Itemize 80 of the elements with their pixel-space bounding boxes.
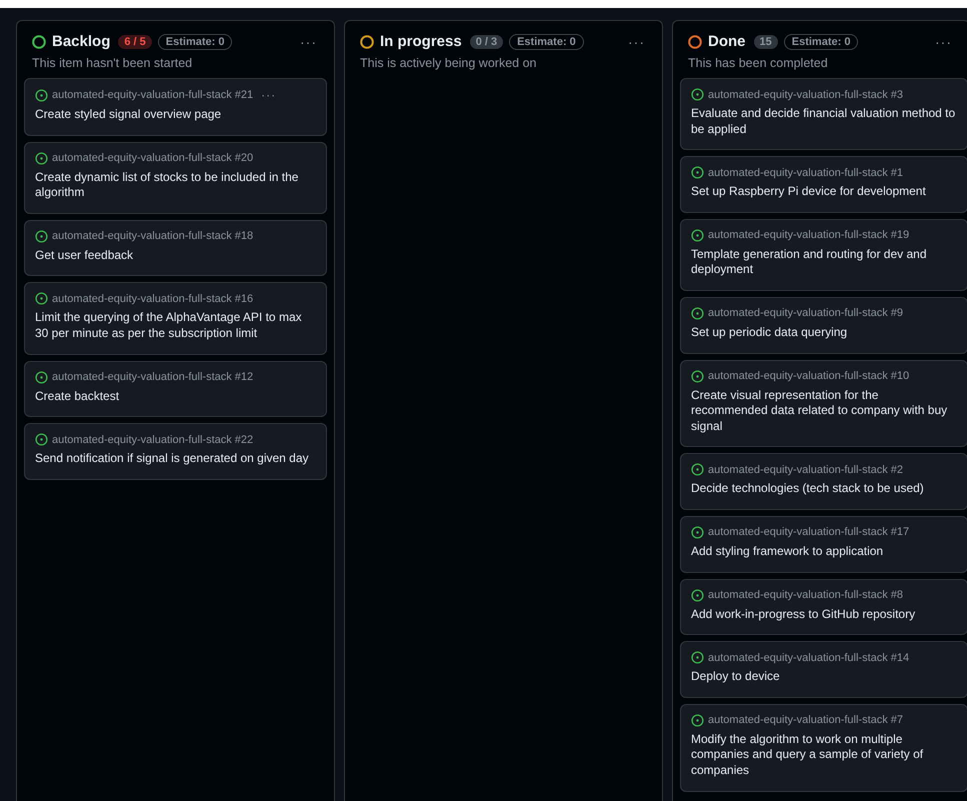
issue-reference: automated-equity-valuation-full-stack #1 (708, 166, 904, 179)
issue-reference: automated-equity-valuation-full-stack #10 (708, 370, 910, 382)
item-count: 0 / 3 (470, 34, 504, 48)
issue-reference: automated-equity-valuation-full-stack #2 (708, 464, 904, 476)
open-issue-icon (691, 370, 704, 383)
open-issue-icon (691, 651, 704, 664)
column-title: In progress (380, 33, 462, 50)
open-issue-icon (35, 88, 48, 102)
estimate-label: Estimate: 0 (509, 34, 584, 50)
issue-title: Set up periodic data querying (691, 324, 848, 341)
issue-card[interactable]: automated-equity-valuation-full-stack #1 Set up Raspberry Pi device for development (680, 156, 967, 213)
issue-title: Modify the algorithm to work on multiple companies and query a sample of variety of companies (691, 732, 924, 778)
column-title: Backlog (52, 33, 110, 50)
issue-reference: automated-equity-valuation-full-stack #3 (708, 88, 904, 100)
issue-title: Decide technologies (tech stack to be used) (691, 481, 925, 497)
issue-title: Create visual representation for the recommended data related to company with buy signal (691, 388, 948, 434)
issue-title: Set up Raspberry Pi device for development (691, 184, 927, 200)
open-issue-icon (35, 230, 48, 243)
open-issue-icon (691, 306, 704, 320)
issue-reference: automated-equity-valuation-full-stack #18 (52, 230, 254, 242)
issue-title: Deploy to device (691, 669, 781, 685)
issue-card[interactable]: automated-equity-valuation-full-stack #8 Add work-in-progress to GitHub repository (680, 578, 967, 636)
issue-reference: automated-equity-valuation-full-stack #16 (52, 292, 254, 305)
column-description: This has been completed (687, 55, 829, 72)
issue-reference: automated-equity-valuation-full-stack #17 (708, 526, 910, 538)
estimate-label: Estimate: 0 (158, 34, 232, 50)
issue-reference: automated-equity-valuation-full-stack #9 (708, 307, 904, 320)
issue-card[interactable]: automated-equity-valuation-full-stack #9 Set up periodic data querying (680, 296, 967, 354)
issue-title: Add styling framework to application (691, 544, 884, 560)
issue-reference: automated-equity-valuation-full-stack #19 (708, 229, 910, 242)
issue-card[interactable]: automated-equity-valuation-full-stack #22 Send notification if signal is generated on given day (24, 423, 327, 480)
issue-reference: automated-equity-valuation-full-stack #12 (52, 371, 254, 384)
open-issue-icon (691, 463, 704, 476)
item-count: 15 (754, 34, 778, 48)
column-title: Done (708, 33, 746, 50)
open-issue-icon (35, 370, 48, 384)
open-issue-icon (35, 152, 48, 165)
open-issue-icon (35, 292, 48, 306)
open-issue-icon (35, 433, 48, 446)
issue-title: Create backtest (35, 388, 120, 404)
issue-card[interactable]: automated-equity-valuation-full-stack #12 Create backtest (24, 360, 327, 418)
open-issue-icon (691, 166, 704, 180)
issue-title: Get user feedback (35, 248, 134, 264)
column-menu-button[interactable]: ··· (622, 34, 651, 50)
issue-card[interactable]: automated-equity-valuation-full-stack #21 ··· Create styled signal overview page (24, 78, 327, 136)
issue-card[interactable]: automated-equity-valuation-full-stack #7 Modify the algorithm to work on multiple companies and query a sample of variety of companies (680, 704, 967, 792)
issue-card[interactable]: automated-equity-valuation-full-stack #2 Decide technologies (tech stack to be used) (680, 453, 967, 510)
issue-card[interactable]: automated-equity-valuation-full-stack #3 Evaluate and decide financial valuation method to be applied (680, 78, 967, 150)
open-issue-icon (691, 88, 704, 101)
column-description: This item hasn't been started (31, 55, 194, 72)
column-menu-button[interactable]: ··· (294, 34, 323, 50)
item-count: 6 / 5 (118, 34, 152, 48)
issue-reference: automated-equity-valuation-full-stack #20 (52, 152, 254, 164)
issue-card[interactable]: automated-equity-valuation-full-stack #18 Get user feedback (24, 220, 327, 276)
issue-title: Add work-in-progress to GitHub repository (691, 606, 916, 622)
issue-card[interactable]: automated-equity-valuation-full-stack #10 Create visual representation for the recommended data related to company with buy signal (680, 360, 967, 448)
issue-title: Template generation and routing for dev and deployment (691, 246, 928, 278)
open-issue-icon (691, 228, 704, 242)
card-menu-button[interactable]: ··· (257, 88, 276, 102)
issue-reference: automated-equity-valuation-full-stack #21 (52, 89, 254, 101)
column-menu-button[interactable]: ··· (929, 34, 958, 50)
issue-card[interactable]: automated-equity-valuation-full-stack #17 Add styling framework to application (680, 516, 967, 573)
issue-reference: automated-equity-valuation-full-stack #8 (708, 589, 904, 602)
open-issue-icon (691, 714, 704, 727)
issue-reference: automated-equity-valuation-full-stack #22 (52, 434, 254, 446)
issue-title: Create styled signal overview page (35, 107, 222, 123)
issue-card[interactable]: automated-equity-valuation-full-stack #14 Deploy to device (680, 641, 967, 698)
issue-card[interactable]: automated-equity-valuation-full-stack #20 Create dynamic list of stocks to be included in the algorithm (24, 142, 327, 214)
issue-title: Send notification if signal is generated on given day (35, 451, 310, 467)
issue-card[interactable]: automated-equity-valuation-full-stack #19 Template generation and routing for dev and deployment (680, 218, 967, 291)
issue-reference: automated-equity-valuation-full-stack #14 (708, 652, 910, 664)
estimate-label: Estimate: 0 (784, 34, 858, 50)
open-issue-icon (691, 526, 704, 539)
open-issue-icon (691, 588, 704, 602)
issue-title: Limit the querying of the AlphaVantage API to max 30 per minute as per the subscription limit (35, 310, 303, 342)
column-description: This is actively being worked on (359, 55, 538, 72)
issue-title: Create dynamic list of stocks to be included in the algorithm (35, 170, 300, 201)
issue-title: Evaluate and decide financial valuation method to be applied (691, 106, 956, 138)
issue-card[interactable]: automated-equity-valuation-full-stack #16 Limit the querying of the AlphaVantage API to max 30 per minute as per the subscription limit (24, 282, 327, 355)
issue-reference: automated-equity-valuation-full-stack #7 (708, 714, 904, 726)
